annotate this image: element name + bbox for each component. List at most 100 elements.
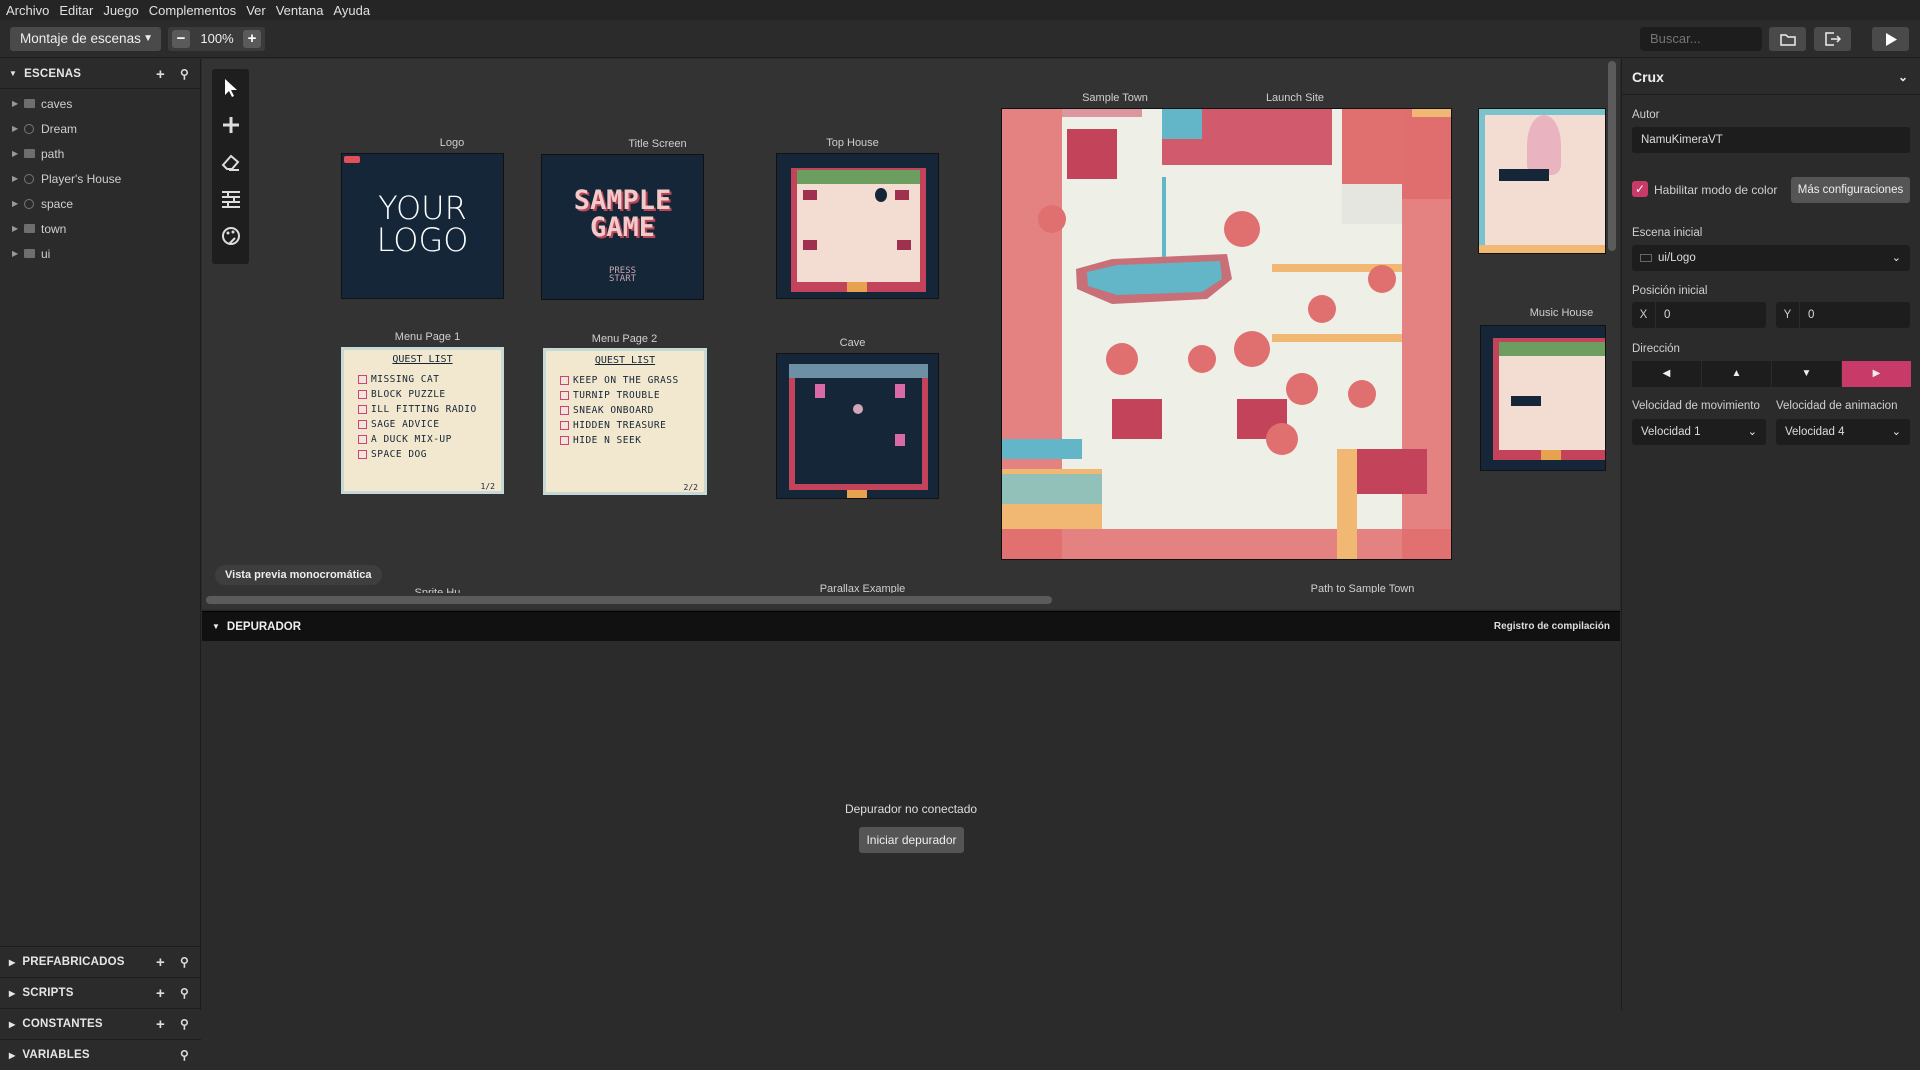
scene-menu-page-2[interactable]: QUEST LIST KEEP ON THE GRASS TURNIP TROUB…: [543, 348, 707, 495]
caret-right-icon[interactable]: ▶: [12, 149, 24, 158]
scene-cave[interactable]: [776, 353, 939, 499]
search-icon[interactable]: ⚲: [180, 1017, 189, 1031]
add-tool[interactable]: [212, 106, 249, 143]
scene-tree-item[interactable]: ▶ ui: [0, 241, 200, 266]
add-icon[interactable]: +: [156, 1016, 165, 1033]
scene-tree-item[interactable]: ▶ path: [0, 141, 200, 166]
arrow-down-icon: ▼: [1801, 368, 1812, 379]
menu-complementos[interactable]: Complementos: [149, 3, 236, 18]
caret-right-icon[interactable]: ▶: [12, 124, 24, 133]
open-folder-button[interactable]: [1769, 27, 1806, 51]
scenes-panel-header[interactable]: ▼ ESCENAS + ⚲: [0, 59, 200, 89]
start-debugger-button[interactable]: Iniciar depurador: [859, 827, 964, 853]
caret-right-icon[interactable]: ▶: [12, 249, 24, 258]
variables-title: VARIABLES: [22, 1049, 90, 1061]
menu-ventana[interactable]: Ventana: [276, 3, 324, 18]
caret-right-icon[interactable]: ▶: [12, 99, 24, 108]
direction-left-button[interactable]: ◀: [1632, 361, 1701, 387]
paint-tool[interactable]: [212, 217, 249, 254]
checkbox-icon: [358, 375, 367, 384]
scene-title-top-house: Top House: [826, 137, 879, 149]
author-field[interactable]: NamuKimeraVT: [1632, 127, 1910, 153]
scene-logo[interactable]: YOUR LOGO: [341, 153, 504, 299]
start-scene-select[interactable]: ui/Logo ⌄: [1632, 245, 1910, 271]
color-mode-checkbox[interactable]: ✓: [1632, 181, 1648, 197]
scene-title-screen[interactable]: SAMPLE GAME PRESS START: [541, 154, 704, 300]
search-icon[interactable]: ⚲: [180, 955, 189, 969]
add-icon[interactable]: +: [156, 985, 165, 1002]
quest-item: HIDDEN TREASURE: [560, 421, 700, 431]
select-tool[interactable]: [212, 69, 249, 106]
badge-icon: [344, 156, 360, 163]
scene-tree-item[interactable]: ▶ town: [0, 216, 200, 241]
build-log-link[interactable]: Registro de compilación: [1494, 621, 1610, 632]
zoom-control: − 100% +: [168, 27, 265, 51]
caret-right-icon[interactable]: ▶: [12, 224, 24, 233]
constants-panel-header[interactable]: ▶ CONSTANTES + ⚲: [0, 1008, 201, 1039]
caret-right-icon[interactable]: ▶: [12, 174, 24, 183]
zoom-in-button[interactable]: +: [243, 30, 261, 48]
palette-icon: [221, 226, 240, 245]
variables-panel-header[interactable]: ▶ VARIABLES ⚲: [0, 1039, 201, 1070]
debugger-header[interactable]: ▼ DEPURADOR Registro de compilación: [202, 611, 1620, 641]
scene-tree-label: town: [41, 221, 67, 236]
vertical-scrollbar[interactable]: [1608, 61, 1616, 251]
horizontal-scrollbar[interactable]: [206, 596, 1052, 604]
search-icon[interactable]: ⚲: [180, 67, 189, 81]
scene-canvas[interactable]: Logo Title Screen Top House Sample Town …: [202, 59, 1620, 609]
scene-title-logo: Logo: [439, 137, 465, 149]
play-button[interactable]: [1872, 27, 1909, 51]
direction-up-button[interactable]: ▲: [1702, 361, 1771, 387]
town-map: [1002, 109, 1451, 559]
move-speed-select[interactable]: Velocidad 1 ⌄: [1632, 419, 1766, 445]
start-y-field[interactable]: Y 0: [1776, 302, 1910, 328]
chevron-down-icon[interactable]: ⌄: [1898, 70, 1908, 84]
collision-tool[interactable]: [212, 180, 249, 217]
direction-right-button[interactable]: ▶: [1842, 361, 1911, 387]
scene-launch-site[interactable]: [1478, 108, 1606, 254]
tool-palette: [212, 69, 249, 264]
quest-item: TURNIP TROUBLE: [560, 391, 700, 401]
scene-sample-town[interactable]: [1001, 108, 1452, 560]
add-icon[interactable]: +: [156, 954, 165, 971]
logo-line-2: LOGO: [376, 221, 469, 259]
scene-tree-item[interactable]: ▶ caves: [0, 91, 200, 116]
menu-ayuda[interactable]: Ayuda: [333, 3, 370, 18]
globe-icon: [24, 198, 34, 209]
add-icon[interactable]: +: [156, 66, 165, 83]
scene-title-menu-1: Menu Page 1: [394, 331, 461, 343]
view-mode-select[interactable]: Montaje de escenas ▼: [10, 27, 161, 51]
scripts-panel-header[interactable]: ▶ SCRIPTS + ⚲: [0, 977, 201, 1008]
scene-tree-label: space: [41, 196, 74, 211]
start-x-field[interactable]: X 0: [1632, 302, 1766, 328]
more-settings-button[interactable]: Más configuraciones: [1791, 177, 1910, 203]
search-icon[interactable]: ⚲: [180, 1048, 189, 1062]
menu-editar[interactable]: Editar: [59, 3, 93, 18]
scene-tree-item[interactable]: ▶ Player's House: [0, 166, 200, 191]
checkbox-icon: [560, 376, 569, 385]
game-title-line-2: GAME: [589, 212, 656, 243]
search-icon[interactable]: ⚲: [180, 986, 189, 1000]
folder-icon: [24, 224, 35, 233]
scene-menu-page-1[interactable]: QUEST LIST MISSING CAT BLOCK PUZZLE ILL FI…: [341, 347, 504, 494]
eraser-tool[interactable]: [212, 143, 249, 180]
menu-juego[interactable]: Juego: [103, 3, 138, 18]
direction-down-button[interactable]: ▼: [1772, 361, 1841, 387]
export-button[interactable]: [1814, 27, 1851, 51]
menu-ver[interactable]: Ver: [246, 3, 266, 18]
scene-music-house[interactable]: [1480, 325, 1606, 471]
prefabs-panel-header[interactable]: ▶ PREFABRICADOS + ⚲: [0, 946, 201, 977]
scene-top-house[interactable]: [776, 153, 939, 299]
monochrome-preview-button[interactable]: Vista previa monocromática: [215, 565, 382, 585]
quest-item-label: BLOCK PUZZLE: [371, 389, 446, 400]
scene-title-parallax: Parallax Example: [819, 583, 906, 593]
scene-tree-item[interactable]: ▶ space: [0, 191, 200, 216]
anim-speed-select[interactable]: Velocidad 4 ⌄: [1776, 419, 1910, 445]
scene-tree-item[interactable]: ▶ Dream: [0, 116, 200, 141]
zoom-out-button[interactable]: −: [172, 30, 190, 48]
folder-icon: [1779, 33, 1796, 46]
menu-archivo[interactable]: Archivo: [6, 3, 49, 18]
checkbox-icon: [358, 420, 367, 429]
caret-right-icon[interactable]: ▶: [12, 199, 24, 208]
search-input[interactable]: [1640, 27, 1762, 51]
